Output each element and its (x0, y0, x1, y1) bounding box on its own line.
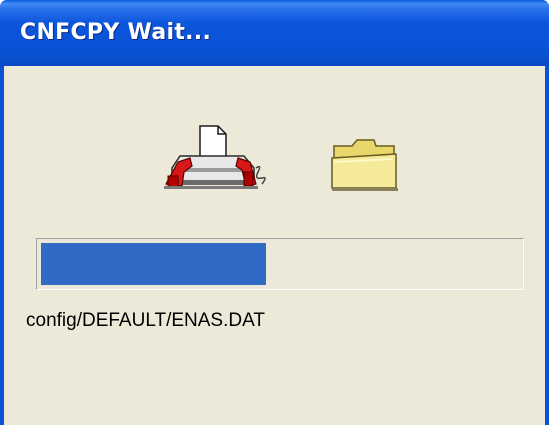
progress-bar (36, 238, 524, 290)
printer-icon (164, 125, 266, 189)
progress-fill (41, 243, 266, 285)
title-bar[interactable]: CNFCPY Wait... (0, 0, 549, 66)
dialog-body: config/DEFAULT/ENAS.DAT (4, 66, 545, 425)
window-title: CNFCPY Wait... (20, 20, 212, 45)
wait-dialog: CNFCPY Wait... config/DEFAULT/ENAS.DAT (0, 0, 549, 425)
folder-icon (331, 139, 398, 191)
current-file-label: config/DEFAULT/ENAS.DAT (26, 310, 265, 331)
